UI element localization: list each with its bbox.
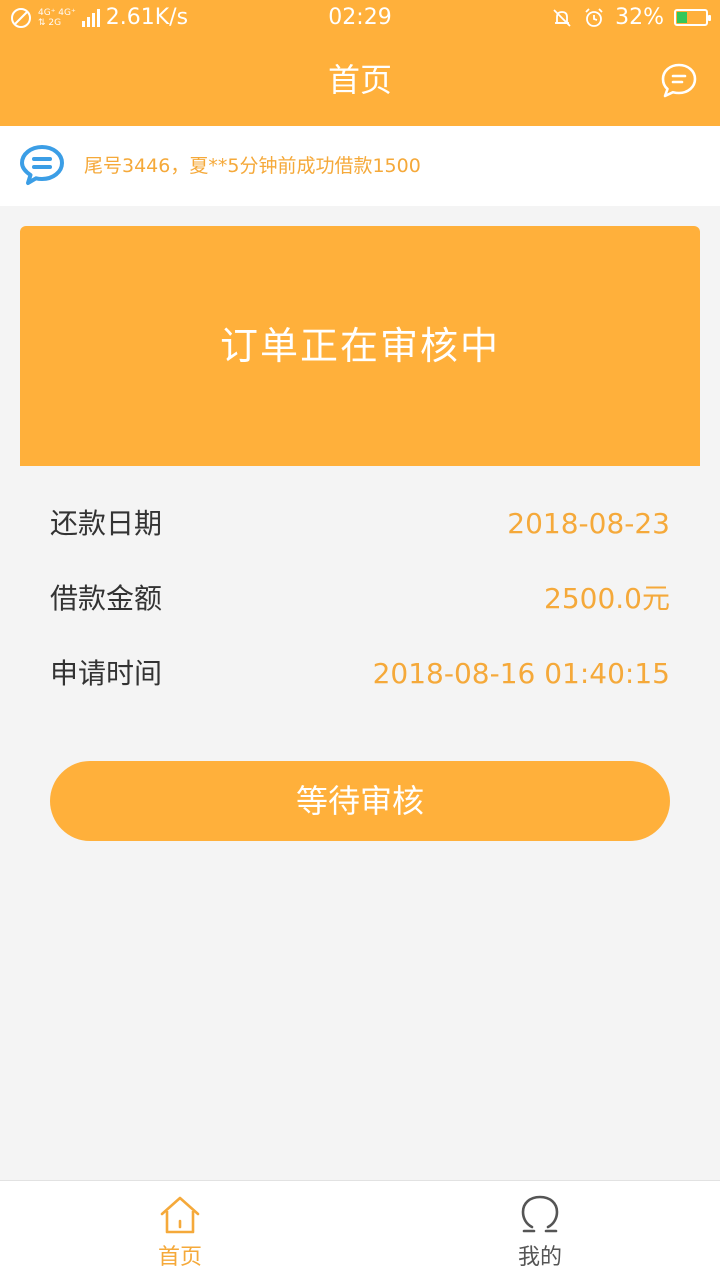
- notice-text: 尾号3446，夏**5分钟前成功借款1500: [84, 155, 421, 177]
- header: 首页: [0, 38, 720, 126]
- row-value: 2018-08-23: [507, 507, 670, 540]
- tab-label: 我的: [517, 1245, 562, 1270]
- row-value: 2500.0元: [544, 582, 670, 615]
- battery-icon: [674, 9, 711, 26]
- home-icon: [160, 1196, 200, 1234]
- bottom-tab-bar: 首页 我的: [0, 1180, 720, 1280]
- row-label: 借款金额: [50, 582, 163, 615]
- tab-label: 首页: [157, 1245, 202, 1270]
- battery-percent: 32%: [615, 5, 664, 30]
- user-icon: [521, 1195, 559, 1233]
- tab-mine[interactable]: 我的: [360, 1181, 720, 1280]
- order-status-title: 订单正在审核中: [219, 324, 500, 368]
- detail-row-repay-date: 还款日期 2018-08-23: [50, 486, 670, 561]
- detail-row-loan-amount: 借款金额 2500.0元: [50, 561, 670, 636]
- top-bar: 4G⁺ 4G⁺ ⇅ 2G 2.61K/s 02:29 32% 首页: [0, 0, 720, 126]
- row-label: 申请时间: [50, 657, 163, 690]
- bell-muted-icon: [553, 8, 571, 27]
- row-value: 2018-08-16 01:40:15: [372, 657, 670, 690]
- order-status-banner: 订单正在审核中: [20, 226, 700, 466]
- status-right: 32%: [551, 5, 711, 30]
- order-details: 还款日期 2018-08-23 借款金额 2500.0元 申请时间 2018-0…: [50, 486, 670, 711]
- page-title: 首页: [327, 61, 392, 99]
- detail-row-apply-time: 申请时间 2018-08-16 01:40:15: [50, 636, 670, 711]
- status-bar: 4G⁺ 4G⁺ ⇅ 2G 2.61K/s 02:29 32%: [0, 0, 720, 38]
- alarm-icon: [585, 7, 603, 27]
- row-label: 还款日期: [50, 507, 163, 540]
- notice-ticker: 尾号3446，夏**5分钟前成功借款1500: [0, 126, 720, 206]
- message-bubble-icon: [20, 145, 64, 185]
- battery-level: [677, 12, 687, 23]
- tab-home[interactable]: 首页: [0, 1181, 360, 1280]
- wait-review-button[interactable]: 等待审核: [50, 761, 670, 841]
- chat-bubble-icon[interactable]: [660, 62, 698, 100]
- app-screen: 4G⁺ 4G⁺ ⇅ 2G 2.61K/s 02:29 32% 首页 尾号3446…: [0, 0, 720, 1280]
